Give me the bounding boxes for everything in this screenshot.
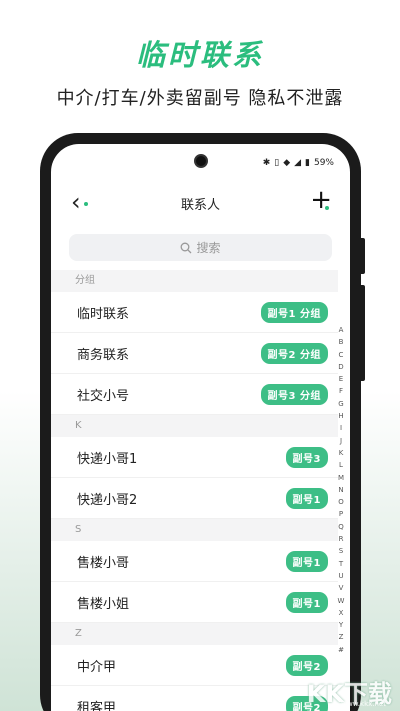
promo-title: 临时联系 (135, 38, 264, 72)
phone-frame: ✱ ▯ ◆ ◢ ▮ 59% ‹ 联系人 + 搜索 分组 临时联系 副号1 分组 … (40, 133, 365, 711)
alphabet-index[interactable]: A B C D E F G H I J K L M N O P Q R S T U V W X Y Z # (336, 324, 346, 656)
list-item[interactable]: 社交小号 副号3 分组 (51, 374, 338, 415)
index-letter[interactable]: A (339, 324, 344, 336)
index-letter[interactable]: E (339, 373, 343, 385)
contact-list: 分组 临时联系 副号1 分组 商务联系 副号2 分组 社交小号 副号3 分组 K… (51, 270, 338, 711)
index-letter[interactable]: G (338, 398, 343, 410)
index-letter[interactable]: S (339, 545, 343, 557)
index-letter[interactable]: X (339, 607, 344, 619)
index-letter[interactable]: F (339, 385, 343, 397)
volume-button (361, 238, 365, 274)
list-item[interactable]: 租客甲 副号2 (51, 686, 338, 711)
battery-level: 59% (313, 158, 334, 168)
accent-dot (325, 206, 329, 210)
list-item[interactable]: 售楼小哥 副号1 (51, 541, 338, 582)
number-badge: 副号1 (285, 591, 328, 613)
index-letter[interactable]: L (339, 459, 343, 471)
signal-icon: ◢ (294, 158, 302, 168)
index-letter[interactable]: Y (339, 619, 343, 631)
navbar: ‹ 联系人 + (51, 184, 350, 224)
number-badge: 副号3 (285, 446, 328, 468)
index-letter[interactable]: M (338, 472, 344, 484)
index-letter[interactable]: # (338, 644, 344, 656)
status-bar: ✱ ▯ ◆ ◢ ▮ 59% (263, 156, 334, 170)
number-badge: 副号1 (285, 550, 328, 572)
wifi-icon: ◆ (283, 158, 291, 168)
battery-icon: ▮ (305, 158, 310, 168)
index-letter[interactable]: C (339, 349, 344, 361)
contact-name: 快递小哥1 (77, 451, 138, 467)
list-item[interactable]: 中介甲 副号2 (51, 645, 338, 686)
index-letter[interactable]: U (338, 570, 343, 582)
list-item[interactable]: 临时联系 副号1 分组 (51, 292, 338, 333)
number-badge: 副号2 分组 (260, 342, 328, 364)
power-button (361, 285, 365, 381)
list-item[interactable]: 售楼小姐 副号1 (51, 582, 338, 623)
section-header: S (51, 519, 338, 541)
list-item[interactable]: 快递小哥2 副号1 (51, 478, 338, 519)
contact-name: 快递小哥2 (77, 492, 138, 508)
index-letter[interactable]: O (338, 496, 344, 508)
index-letter[interactable]: I (340, 422, 342, 434)
index-letter[interactable]: D (338, 361, 343, 373)
index-letter[interactable]: R (339, 533, 344, 545)
contact-name: 临时联系 (77, 306, 130, 322)
section-header: K (51, 415, 338, 437)
contact-name: 中介甲 (77, 659, 117, 675)
contact-name: 售楼小哥 (77, 555, 130, 571)
index-letter[interactable]: Z (339, 631, 344, 643)
index-letter[interactable]: H (338, 410, 343, 422)
search-bar[interactable]: 搜索 (69, 234, 332, 261)
add-contact-button[interactable]: + (310, 186, 332, 214)
index-letter[interactable]: B (339, 336, 344, 348)
number-badge: 副号3 分组 (260, 383, 328, 405)
number-badge: 副号2 (285, 654, 328, 676)
contact-name: 社交小号 (77, 388, 130, 404)
number-badge: 副号1 分组 (260, 301, 328, 323)
list-item[interactable]: 快递小哥1 副号3 (51, 437, 338, 478)
vibrate-icon: ▯ (274, 158, 280, 168)
section-header: Z (51, 623, 338, 645)
index-letter[interactable]: V (339, 582, 344, 594)
contact-name: 商务联系 (77, 347, 130, 363)
search-placeholder: 搜索 (196, 241, 221, 255)
watermark-url: www.kkx.net (341, 700, 386, 708)
index-letter[interactable]: K (339, 447, 344, 459)
index-letter[interactable]: Q (338, 521, 344, 533)
section-header: 分组 (51, 270, 338, 292)
index-letter[interactable]: T (339, 558, 343, 570)
contact-name: 售楼小姐 (77, 596, 130, 612)
index-letter[interactable]: J (340, 435, 342, 447)
bluetooth-icon: ✱ (262, 158, 271, 168)
number-badge: 副号1 (285, 487, 328, 509)
list-item[interactable]: 商务联系 副号2 分组 (51, 333, 338, 374)
search-icon (181, 242, 192, 253)
contact-name: 租客甲 (77, 700, 117, 711)
phone-screen: ✱ ▯ ◆ ◢ ▮ 59% ‹ 联系人 + 搜索 分组 临时联系 副号1 分组 … (51, 144, 350, 711)
index-letter[interactable]: N (338, 484, 343, 496)
index-letter[interactable]: W (338, 595, 345, 607)
camera-hole (193, 154, 208, 168)
index-letter[interactable]: P (339, 508, 343, 520)
promo-subtitle: 中介/打车/外卖留副号 隐私不泄露 (56, 88, 344, 109)
page-title: 联系人 (180, 198, 220, 213)
